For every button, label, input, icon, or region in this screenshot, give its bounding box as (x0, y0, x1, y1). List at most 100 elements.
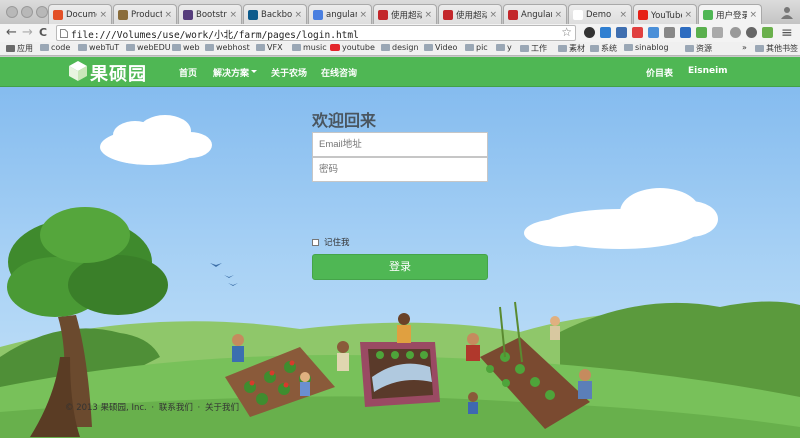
tab-close-icon[interactable]: × (554, 10, 562, 20)
bookmark-star-icon[interactable]: ☆ (561, 25, 572, 39)
apps-grid-icon (6, 45, 15, 52)
tab-close-icon[interactable]: × (619, 10, 627, 20)
footer-about-link[interactable]: 关于我们 (205, 403, 239, 413)
tab-favicon-icon (443, 9, 453, 20)
folder-icon (292, 44, 301, 51)
extension-android-icon[interactable] (762, 27, 773, 38)
settings-gear-icon[interactable] (746, 27, 757, 38)
bookmark-item[interactable]: 资源 (685, 43, 712, 54)
extension-wand-icon[interactable] (730, 27, 741, 38)
browser-tab[interactable]: Bootstrap× (178, 4, 242, 24)
extension-tool-icon[interactable] (664, 27, 675, 38)
close-window-button[interactable] (6, 6, 18, 18)
browser-tab[interactable]: Demo × (568, 4, 632, 24)
tab-close-icon[interactable]: × (489, 10, 497, 20)
bookmark-item[interactable]: 素材 (558, 43, 585, 54)
bookmark-item[interactable]: webhost (205, 43, 250, 52)
tab-close-icon[interactable]: × (684, 10, 692, 20)
bookmark-item[interactable]: VFX (256, 43, 283, 52)
browser-tab[interactable]: angularjs× (308, 4, 372, 24)
address-url: file:///Volumes/use/work/小北/farm/pages/l… (71, 30, 359, 41)
nav-home[interactable]: 首页 (179, 66, 197, 79)
extension-screen-icon[interactable] (600, 27, 611, 38)
nav-solutions[interactable]: 解决方案 (213, 66, 249, 79)
chrome-menu-icon[interactable]: ≡ (781, 25, 793, 41)
browser-tab[interactable]: YouTube精× (633, 4, 697, 24)
tab-title: Backbone. (261, 9, 293, 20)
email-input[interactable] (312, 132, 488, 157)
other-bookmarks-folder[interactable]: 其他书签 (755, 43, 798, 54)
tab-title: angularjs (326, 9, 357, 20)
browser-tab[interactable]: 用户登录 × (698, 4, 762, 24)
bookmark-item[interactable]: sinablog (624, 43, 669, 52)
bookmark-label: VFX (267, 43, 283, 52)
bookmark-label: 系统 (601, 44, 617, 53)
tab-close-icon[interactable]: × (749, 10, 757, 20)
page-viewport: 果硕园 首页 解决方案 关于农场 在线咨询 价目表 Eisneim 欢迎回来 记… (0, 57, 800, 438)
extension-camera-icon[interactable] (584, 27, 595, 38)
back-button[interactable]: ← (6, 25, 17, 41)
bookmark-item[interactable]: code (40, 43, 70, 52)
solutions-caret-icon (251, 70, 257, 73)
bookmark-item[interactable]: web (172, 43, 200, 52)
browser-tab[interactable]: 使用超动感× (373, 4, 437, 24)
nav-about-farm[interactable]: 关于农场 (271, 66, 307, 79)
browser-tab[interactable]: Document× (48, 4, 112, 24)
extension-globe-icon[interactable] (648, 27, 659, 38)
folder-icon (256, 44, 265, 51)
extension-record-icon[interactable] (632, 27, 643, 38)
browser-tab[interactable]: Backbone.× (243, 4, 307, 24)
folder-icon (496, 44, 505, 51)
login-button[interactable]: 登录 (312, 254, 488, 280)
browser-tab[interactable]: Production× (113, 4, 177, 24)
remember-me[interactable]: 记住我 (312, 236, 350, 248)
zoom-window-button[interactable] (36, 6, 48, 18)
minimize-window-button[interactable] (21, 6, 33, 18)
folder-icon (685, 45, 694, 52)
nav-user[interactable]: Eisneim (688, 66, 728, 76)
footer: © 2013 果硕园, Inc. · 联系我们 · 关于我们 (65, 401, 241, 413)
tab-close-icon[interactable]: × (359, 10, 367, 20)
password-input[interactable] (312, 157, 488, 182)
reload-button[interactable]: C (39, 25, 47, 41)
forward-button[interactable]: → (22, 25, 33, 41)
extension-signal-icon[interactable] (696, 27, 707, 38)
site-logo[interactable]: 果硕园 (90, 60, 147, 86)
bookmark-item[interactable]: music (292, 43, 327, 52)
tab-favicon-icon (378, 9, 388, 20)
remember-checkbox[interactable] (312, 238, 319, 246)
bookmarks-more-button[interactable]: » (742, 43, 747, 52)
browser-toolbar: ← → C file:///Volumes/use/work/小北/farm/p… (0, 24, 800, 42)
footer-contact-link[interactable]: 联系我们 (159, 403, 193, 413)
browser-tab[interactable]: 使用超动感× (438, 4, 502, 24)
nav-online-consult[interactable]: 在线咨询 (321, 66, 357, 79)
address-bar[interactable]: file:///Volumes/use/work/小北/farm/pages/l… (56, 25, 576, 41)
bookmark-item[interactable]: y (496, 43, 512, 52)
tab-close-icon[interactable]: × (294, 10, 302, 20)
tab-close-icon[interactable]: × (424, 10, 432, 20)
bookmark-item[interactable]: Video (424, 43, 457, 52)
extension-xdk-icon[interactable] (680, 27, 691, 38)
bookmark-item[interactable]: 应用 (6, 43, 33, 54)
tab-close-icon[interactable]: × (164, 10, 172, 20)
browser-tab-bar: Document×Production×Bootstrap×Backbone.×… (0, 0, 800, 24)
extension-window-icon[interactable] (616, 27, 627, 38)
bookmark-label: 工作 (531, 44, 547, 53)
tab-title: Document (66, 9, 97, 20)
bookmark-item[interactable]: design (381, 43, 419, 52)
tab-favicon-icon (313, 9, 323, 20)
bookmark-item[interactable]: webEDU (126, 43, 171, 52)
browser-tab[interactable]: AngularJS× (503, 4, 567, 24)
nav-pricing[interactable]: 价目表 (646, 66, 673, 79)
tab-close-icon[interactable]: × (99, 10, 107, 20)
bookmark-item[interactable]: youtube (330, 43, 375, 52)
bookmark-item[interactable]: webTuT (78, 43, 119, 52)
bookmark-item[interactable]: 工作 (520, 43, 547, 54)
extension-counter-icon[interactable] (712, 27, 723, 38)
garden-bed-center (360, 342, 440, 407)
site-navbar: 果硕园 首页 解决方案 关于农场 在线咨询 价目表 Eisneim (0, 57, 800, 87)
user-profile-icon[interactable] (780, 5, 794, 19)
tab-close-icon[interactable]: × (229, 10, 237, 20)
bookmark-item[interactable]: 系统 (590, 43, 617, 54)
bookmark-item[interactable]: pic (465, 43, 488, 52)
